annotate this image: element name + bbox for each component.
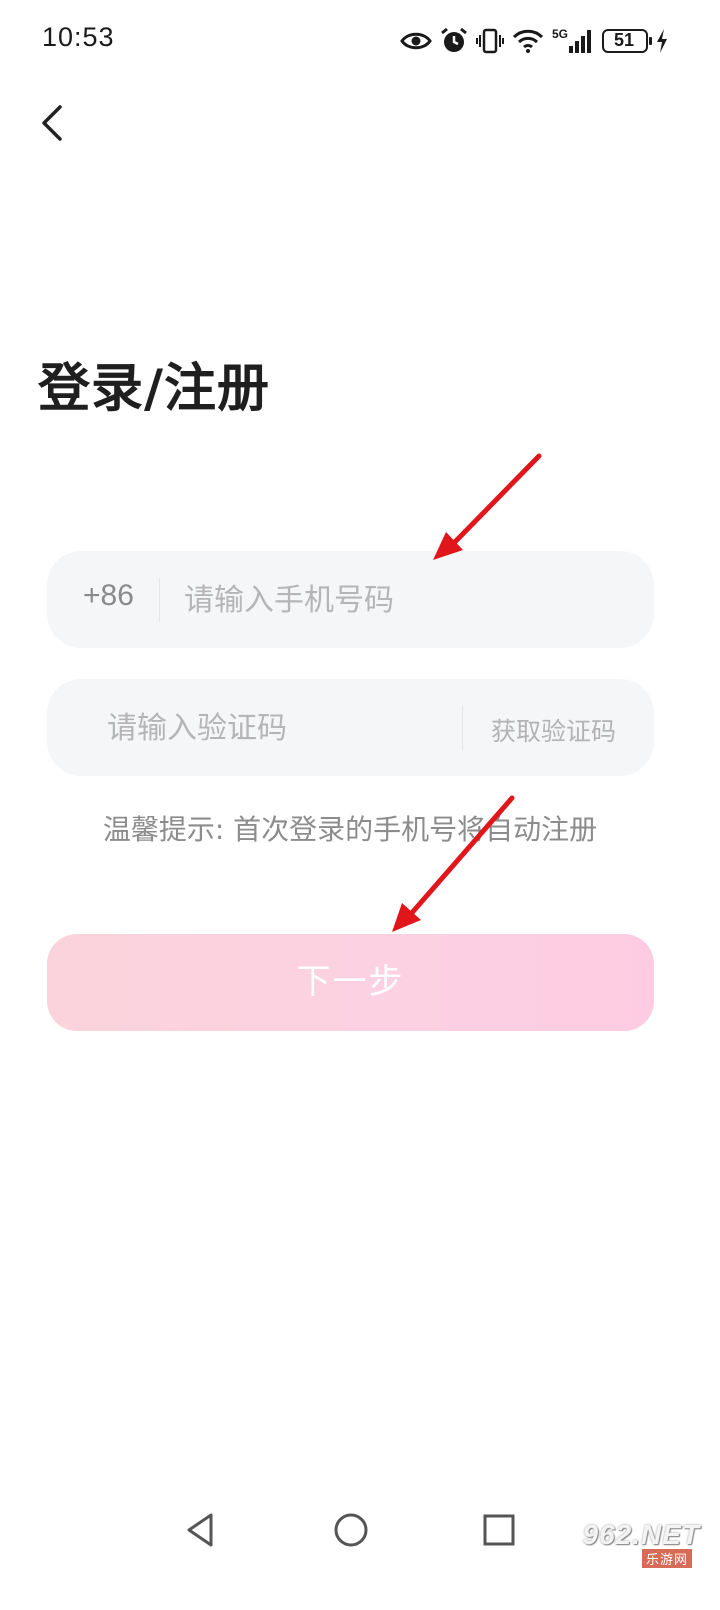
hint-text: 温馨提示: 首次登录的手机号将自动注册 xyxy=(102,813,598,846)
battery-icon: 51 xyxy=(602,29,652,53)
country-code-selector[interactable]: +86 xyxy=(83,579,134,613)
next-step-button[interactable]: 下一步 xyxy=(47,934,654,1031)
field-divider xyxy=(159,578,160,622)
field-divider xyxy=(462,706,463,750)
watermark-main: 962.NET xyxy=(582,1519,700,1550)
status-bar: 10:53 5G 51 xyxy=(0,0,720,84)
eye-icon xyxy=(400,32,432,50)
status-time: 10:53 xyxy=(42,22,115,52)
nav-recents-button[interactable] xyxy=(477,1508,521,1552)
verification-code-field: 获取验证码 xyxy=(47,679,654,776)
recents-square-icon xyxy=(483,1514,515,1546)
nav-home-button[interactable] xyxy=(329,1508,373,1552)
watermark-sub: 乐游网 xyxy=(641,1549,692,1568)
wifi-icon xyxy=(512,29,544,53)
phone-field: +86 xyxy=(47,551,654,648)
network-type: 5G xyxy=(551,27,568,41)
alarm-icon xyxy=(441,27,467,52)
signal-icon xyxy=(569,30,591,53)
annotation-arrow-phone xyxy=(433,453,542,560)
verification-code-input[interactable] xyxy=(107,703,457,753)
back-triangle-icon xyxy=(187,1513,213,1547)
phone-input[interactable] xyxy=(184,575,624,625)
annotation-overlay xyxy=(392,453,542,932)
watermark: 962.NET 乐游网 xyxy=(566,1519,706,1568)
nav-back-button[interactable] xyxy=(178,1508,222,1552)
vibrate-icon xyxy=(475,28,504,54)
charging-icon xyxy=(657,29,667,53)
page-title: 登录/注册 xyxy=(38,359,270,419)
home-circle-icon xyxy=(334,1513,368,1547)
back-button[interactable] xyxy=(30,98,80,148)
chevron-left-icon xyxy=(42,105,62,141)
get-code-button[interactable]: 获取验证码 xyxy=(491,712,616,748)
status-icons: 5G 51 xyxy=(400,24,668,58)
battery-level: 51 xyxy=(613,30,635,50)
